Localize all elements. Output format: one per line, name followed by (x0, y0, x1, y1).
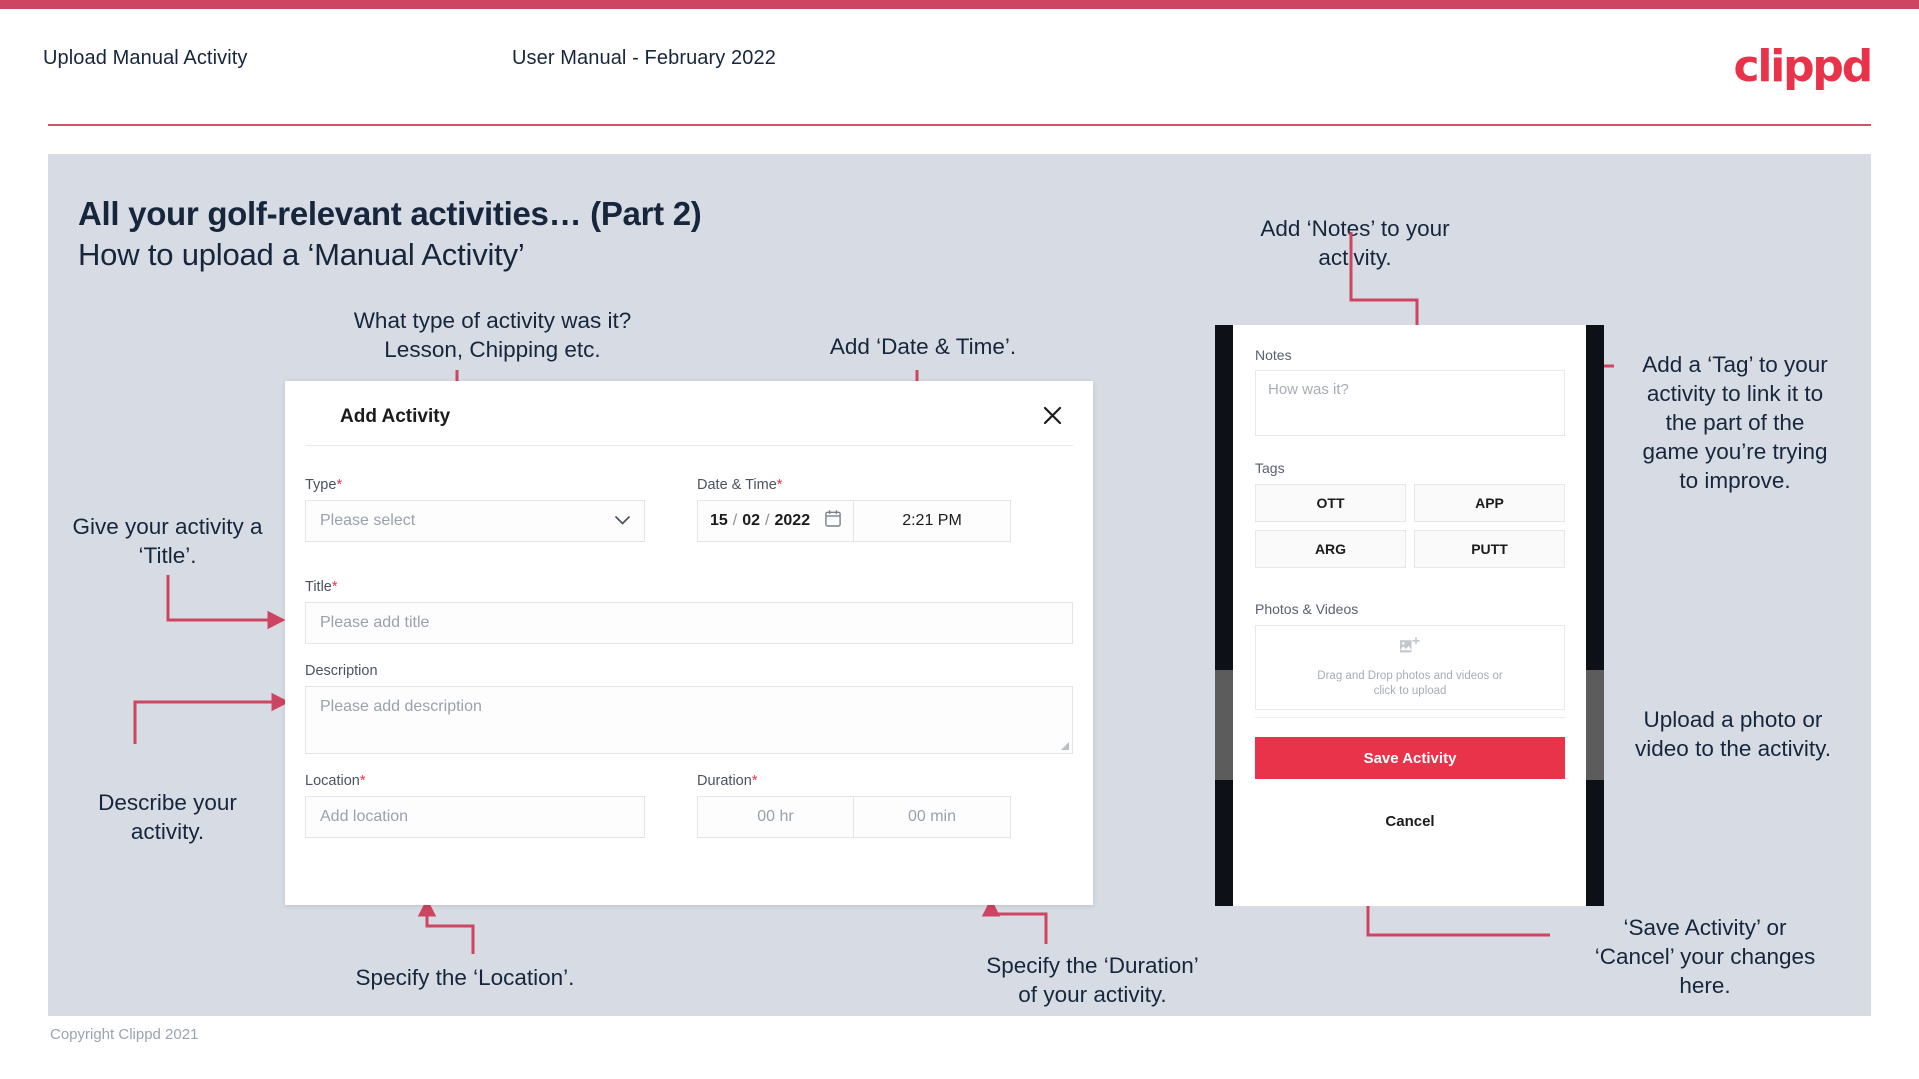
mobile-tags-field: Tags OTT APP ARG PUTT (1255, 460, 1565, 568)
top-accent-stripe (0, 0, 1919, 9)
field-title-label: Title* (305, 579, 1073, 595)
mobile-notes-placeholder: How was it? (1268, 381, 1349, 398)
field-datetime-required: * (776, 477, 783, 493)
save-activity-button[interactable]: Save Activity (1255, 737, 1565, 779)
field-type: Type* Please select (305, 477, 645, 542)
chevron-down-icon (615, 512, 630, 530)
type-select[interactable]: Please select (305, 500, 645, 542)
field-duration-label: Duration* (697, 773, 1073, 789)
description-placeholder: Please add description (320, 698, 482, 715)
field-description-label: Description (305, 663, 1073, 679)
date-month: 02 (742, 512, 761, 529)
dialog-title: Add Activity (340, 406, 451, 427)
phone-bezel-left (1215, 325, 1233, 906)
annotation-title: Give your activity a ‘Title’. (72, 514, 263, 568)
annotation-datetime: Add ‘Date & Time’. (829, 334, 1017, 359)
date-day: 15 (710, 512, 728, 529)
cancel-button[interactable]: Cancel (1255, 813, 1565, 830)
annotation-type: What type of activity was it? Lesson, Ch… (353, 308, 632, 362)
title-input[interactable]: Please add title (305, 602, 1073, 644)
tag-arg[interactable]: ARG (1255, 530, 1406, 568)
date-sep-1: / (732, 512, 738, 529)
duration-hours-input[interactable]: 00 hr (697, 796, 854, 838)
mobile-notes-label: Notes (1255, 347, 1292, 363)
mobile-divider (1255, 717, 1565, 718)
location-input-placeholder: Add location (320, 808, 409, 825)
copyright-text: Copyright Clippd 2021 (50, 1026, 199, 1043)
mobile-dropzone-line2: click to upload (1373, 684, 1447, 697)
header-left-title: Upload Manual Activity (43, 47, 248, 69)
duration-minutes-placeholder: 00 min (907, 808, 957, 825)
annotation-duration: Specify the ‘Duration’ of your activity. (986, 953, 1199, 1007)
phone-bezel-right-accent (1586, 670, 1604, 780)
field-type-label-text: Type (305, 477, 337, 493)
annotation-save: ‘Save Activity’ or ‘Cancel’ your changes… (1594, 915, 1816, 998)
annotation-location: Specify the ‘Location’. (355, 965, 575, 990)
mobile-tags-grid: OTT APP ARG PUTT (1255, 484, 1565, 568)
header-center-title: User Manual - February 2022 (512, 47, 776, 69)
duration-hours-placeholder: 00 hr (757, 808, 794, 825)
field-description-label-text: Description (305, 663, 378, 679)
time-input[interactable]: 2:21 PM (854, 500, 1011, 542)
mobile-dropzone[interactable]: Drag and Drop photos and videos or click… (1255, 625, 1565, 710)
field-title: Title* Please add title (305, 579, 1073, 644)
mobile-tags-label: Tags (1255, 460, 1285, 476)
mobile-dropzone-line1: Drag and Drop photos and videos or (1317, 669, 1503, 682)
date-input[interactable]: 15 / 02 / 2022 (697, 500, 854, 542)
time-value: 2:21 PM (902, 512, 962, 529)
close-icon[interactable] (1037, 400, 1067, 430)
field-title-label-text: Title (305, 579, 332, 595)
field-location: Location* Add location (305, 773, 645, 838)
duration-minutes-input[interactable]: 00 min (854, 796, 1011, 838)
field-datetime-label-text: Date & Time (697, 477, 777, 493)
field-title-required: * (331, 579, 338, 595)
location-input[interactable]: Add location (305, 796, 645, 838)
field-type-label: Type* (305, 477, 645, 493)
add-activity-dialog: Add Activity Type* Please select Date & … (285, 381, 1093, 905)
clippd-logo: clippd (1733, 41, 1873, 92)
field-location-required: * (359, 773, 366, 789)
field-duration: Duration* 00 hr 00 min (697, 773, 1073, 838)
field-type-required: * (336, 477, 343, 493)
annotation-notes: Add ‘Notes’ to your activity. (1260, 216, 1450, 270)
close-icon-glyph (1043, 406, 1061, 424)
description-textarea[interactable]: Please add description (305, 686, 1073, 754)
slide-title-secondary: How to upload a ‘Manual Activity’ (78, 237, 525, 272)
calendar-icon[interactable] (825, 510, 841, 532)
mobile-notes-input[interactable]: How was it? (1255, 370, 1565, 436)
field-location-label-text: Location (305, 773, 360, 789)
dialog-divider (305, 445, 1073, 446)
field-datetime-label: Date & Time* (697, 477, 1073, 493)
phone-bezel-right (1586, 325, 1604, 906)
mobile-notes-field: Notes How was it? (1255, 347, 1565, 436)
date-year: 2022 (774, 512, 811, 529)
annotation-description: Describe your activity. (98, 790, 237, 844)
field-duration-required: * (751, 773, 758, 789)
page-header: Upload Manual Activity User Manual - Feb… (0, 9, 1919, 119)
tag-putt[interactable]: PUTT (1414, 530, 1565, 568)
date-sep-2: / (765, 512, 770, 529)
mobile-dropzone-text: Drag and Drop photos and videos or click… (1317, 669, 1502, 699)
slide-title-primary: All your golf-relevant activities… (Part… (78, 195, 702, 232)
field-datetime: Date & Time* 15 / 02 / 2022 2:21 PM (697, 477, 1073, 542)
mobile-photos-label: Photos & Videos (1255, 601, 1359, 617)
field-location-label: Location* (305, 773, 645, 789)
title-input-placeholder: Please add title (320, 614, 430, 631)
tag-app[interactable]: APP (1414, 484, 1565, 522)
mobile-preview: Notes How was it? Tags OTT APP ARG PUTT … (1215, 325, 1604, 906)
field-duration-label-text: Duration (697, 773, 752, 789)
type-select-placeholder: Please select (320, 512, 416, 529)
annotation-photos: Upload a photo or video to the activity. (1635, 707, 1831, 761)
tag-ott[interactable]: OTT (1255, 484, 1406, 522)
mobile-photos-field: Photos & Videos Drag and Drop photos and… (1255, 601, 1565, 710)
annotation-tags: Add a ‘Tag’ to your activity to link it … (1642, 352, 1828, 493)
add-image-icon (1399, 636, 1421, 662)
phone-screen: Notes How was it? Tags OTT APP ARG PUTT … (1233, 325, 1586, 906)
field-description: Description Please add description (305, 663, 1073, 754)
header-divider (48, 124, 1871, 126)
phone-bezel-left-accent (1215, 670, 1233, 780)
